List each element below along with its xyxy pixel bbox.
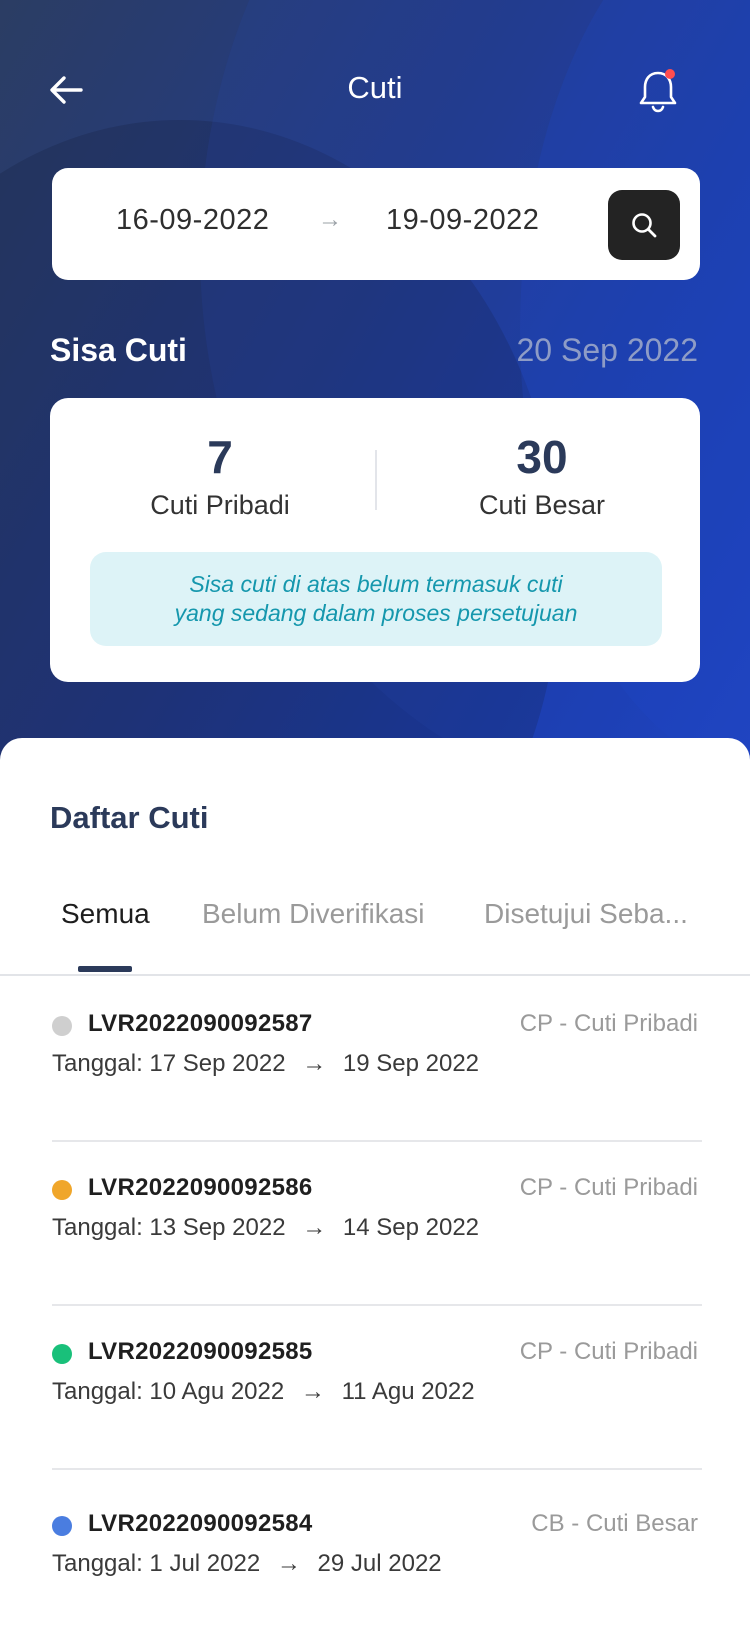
end-date: 14 Sep 2022 (342, 1214, 480, 1241)
status-dot (52, 1344, 72, 1364)
notification-button[interactable] (636, 66, 680, 114)
divider (375, 450, 377, 510)
list-item[interactable]: LVR2022090092586 CP - Cuti Pribadi Tangg… (0, 1142, 750, 1306)
leave-list-sheet: Daftar Cuti Semua Belum Diverifikasi Dis… (0, 738, 750, 1624)
leave-dates: Tanggal: 10 Agu 2022 → 11 Agu 2022 (52, 1378, 475, 1406)
status-dot (52, 1016, 72, 1036)
start-date-field[interactable]: 16-09-2022 (116, 204, 269, 237)
search-icon (632, 213, 657, 238)
notice-line-1: Sisa cuti di atas belum termasuk cuti (189, 571, 563, 597)
status-dot (52, 1180, 72, 1200)
end-date-field[interactable]: 19-09-2022 (386, 204, 539, 237)
search-button[interactable] (608, 190, 680, 260)
active-tab-indicator (78, 966, 132, 972)
leave-dates: Tanggal: 13 Sep 2022 → 14 Sep 2022 (52, 1214, 479, 1242)
arrow-right-icon: → (300, 1378, 325, 1405)
dates-prefix: Tanggal: (52, 1378, 143, 1405)
cuti-besar-label: Cuti Besar (478, 490, 606, 520)
start-date: 17 Sep 2022 (149, 1050, 286, 1077)
date-range-filter: 16-09-2022 → 19-09-2022 (52, 168, 700, 280)
arrow-right-icon: → (302, 1214, 327, 1241)
start-date: 13 Sep 2022 (149, 1214, 286, 1241)
dates-prefix: Tanggal: (52, 1050, 143, 1077)
header-background: Cuti 16-09-2022 → 19-09-2022 Sisa Cuti 2… (0, 0, 750, 790)
start-date: 1 Jul 2022 (149, 1550, 261, 1577)
top-bar: Cuti (0, 60, 750, 120)
leave-code: LVR2022090092586 (88, 1174, 313, 1201)
end-date: 11 Agu 2022 (341, 1378, 475, 1405)
leave-type: CP - Cuti Pribadi (519, 1010, 698, 1037)
list-item[interactable]: LVR2022090092584 CB - Cuti Besar Tanggal… (0, 1478, 750, 1642)
cuti-pribadi-label: Cuti Pribadi (150, 490, 290, 520)
cuti-besar-value: 30 (516, 431, 568, 483)
sisa-cuti-label: Sisa Cuti (50, 332, 187, 368)
cuti-pribadi-value: 7 (207, 431, 233, 483)
leave-code: LVR2022090092585 (88, 1338, 313, 1365)
start-date: 10 Agu 2022 (149, 1378, 285, 1405)
leave-balance-card: 7 Cuti Pribadi 30 Cuti Besar Sisa cuti d… (50, 398, 700, 682)
leave-dates: Tanggal: 17 Sep 2022 → 19 Sep 2022 (52, 1050, 479, 1078)
end-date: 29 Jul 2022 (317, 1550, 442, 1577)
sisa-cuti-date: 20 Sep 2022 (516, 332, 699, 368)
tab-semua[interactable]: Semua (61, 898, 150, 930)
notice-line-2: yang sedang dalam proses persetujuan (174, 600, 578, 626)
leave-type: CP - Cuti Pribadi (519, 1174, 698, 1201)
tab-bar: Semua Belum Diverifikasi Disetujui Seba.… (0, 878, 750, 976)
arrow-right-icon: → (302, 1050, 327, 1077)
bell-icon (639, 69, 677, 113)
leave-code: LVR2022090092584 (88, 1510, 313, 1537)
leave-type: CB - Cuti Besar (531, 1510, 698, 1537)
list-item[interactable]: LVR2022090092585 CP - Cuti Pribadi Tangg… (0, 1306, 750, 1470)
cuti-besar-stat: 30 Cuti Besar (402, 428, 682, 521)
dates-prefix: Tanggal: (52, 1214, 143, 1241)
tab-belum-diverifikasi[interactable]: Belum Diverifikasi (202, 898, 425, 930)
leave-code: LVR2022090092587 (88, 1010, 313, 1037)
list-item[interactable]: LVR2022090092587 CP - Cuti Pribadi Tangg… (0, 978, 750, 1142)
tab-disetujui-sebagian[interactable]: Disetujui Seba... (484, 898, 688, 930)
section-title: Daftar Cuti (50, 800, 209, 835)
info-notice: Sisa cuti di atas belum termasuk cuti ya… (90, 552, 662, 646)
divider (52, 1468, 702, 1470)
end-date: 19 Sep 2022 (342, 1050, 480, 1077)
arrow-right-icon: → (276, 1550, 301, 1577)
status-dot (52, 1516, 72, 1536)
dates-prefix: Tanggal: (52, 1550, 143, 1577)
cuti-pribadi-stat: 7 Cuti Pribadi (80, 428, 360, 521)
notification-dot (665, 69, 675, 79)
leave-type: CP - Cuti Pribadi (519, 1338, 698, 1365)
arrow-right-icon: → (318, 206, 342, 233)
leave-dates: Tanggal: 1 Jul 2022 → 29 Jul 2022 (52, 1550, 442, 1578)
